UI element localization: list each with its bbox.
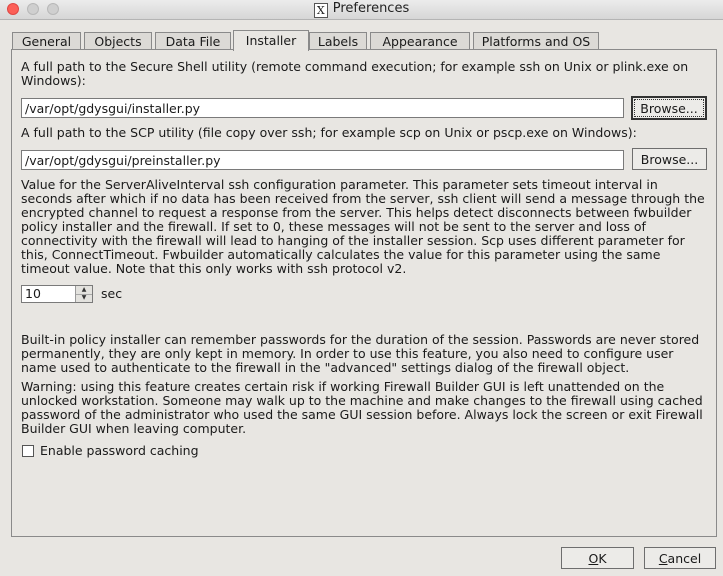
- ssh-description-line: Windows):: [21, 73, 86, 88]
- password-line: name used to authenticate to the firewal…: [21, 360, 630, 375]
- window-title-wrap: X Preferences: [0, 1, 723, 18]
- timeout-spinbox[interactable]: 10 ▲ ▼: [21, 285, 93, 303]
- keepalive-line: this, ConnectTimeout. Fwbuilder automati…: [21, 247, 661, 262]
- keepalive-line: seconds after which if no data has been …: [21, 191, 705, 206]
- tab-labels[interactable]: Labels: [309, 32, 367, 49]
- timeout-value[interactable]: 10: [25, 286, 41, 302]
- warning-line: Warning: using this feature creates cert…: [21, 379, 665, 394]
- password-line: permanently, they are only kept in memor…: [21, 346, 674, 361]
- ok-mnemonic: O: [588, 550, 599, 566]
- tab-appearance[interactable]: Appearance: [370, 32, 470, 49]
- cancel-button[interactable]: Cancel: [644, 547, 716, 569]
- ssh-browse-button[interactable]: Browse...: [631, 96, 707, 120]
- tab-installer[interactable]: Installer: [233, 30, 309, 51]
- spinbox-buttons: ▲ ▼: [75, 286, 92, 302]
- ssh-description-line: A full path to the Secure Shell utility …: [21, 59, 689, 74]
- tab-data-file[interactable]: Data File: [155, 32, 231, 49]
- keepalive-line: connectivity with the firewall will lead…: [21, 233, 685, 248]
- scp-browse-button[interactable]: Browse...: [632, 148, 707, 170]
- scp-path-input[interactable]: [21, 150, 624, 170]
- ssh-path-description: A full path to the Secure Shell utility …: [21, 60, 688, 88]
- ok-label-rest: K: [598, 550, 607, 566]
- warning-line: unlocked workstation. Someone may walk u…: [21, 393, 703, 408]
- tab-general[interactable]: General: [12, 32, 81, 49]
- x11-icon: X: [313, 3, 328, 18]
- password-caching-label[interactable]: Enable password caching: [40, 444, 199, 458]
- cancel-mnemonic: C: [658, 550, 668, 566]
- keepalive-description: Value for the ServerAliveInterval ssh co…: [21, 178, 705, 276]
- ssh-path-input[interactable]: [21, 98, 624, 118]
- password-caching-description: Built-in policy installer can remember p…: [21, 333, 699, 375]
- ok-button[interactable]: OK: [561, 547, 634, 569]
- spin-down-icon[interactable]: ▼: [76, 294, 92, 302]
- password-line: Built-in policy installer can remember p…: [21, 332, 700, 347]
- tab-objects[interactable]: Objects: [84, 32, 152, 49]
- keepalive-line: policy installer and the firewall. If se…: [21, 219, 646, 234]
- password-caching-warning: Warning: using this feature creates cert…: [21, 380, 703, 436]
- scp-path-description: A full path to the SCP utility (file cop…: [21, 125, 637, 140]
- timeout-unit-label: sec: [101, 286, 123, 301]
- cancel-label-rest: ancel: [667, 550, 702, 566]
- title-bar: X Preferences: [0, 0, 723, 20]
- keepalive-line: Value for the ServerAliveInterval ssh co…: [21, 177, 658, 192]
- keepalive-line: timeout value. Note that this only works…: [21, 261, 407, 276]
- tab-platforms-and-os[interactable]: Platforms and OS: [473, 32, 599, 49]
- password-caching-checkbox[interactable]: [22, 445, 34, 457]
- keepalive-line: encrypted channel to request a response …: [21, 205, 692, 220]
- warning-line: password of the administrator who used t…: [21, 407, 703, 422]
- warning-line: Builder GUI when leaving computer.: [21, 421, 247, 436]
- window-title: Preferences: [332, 1, 410, 16]
